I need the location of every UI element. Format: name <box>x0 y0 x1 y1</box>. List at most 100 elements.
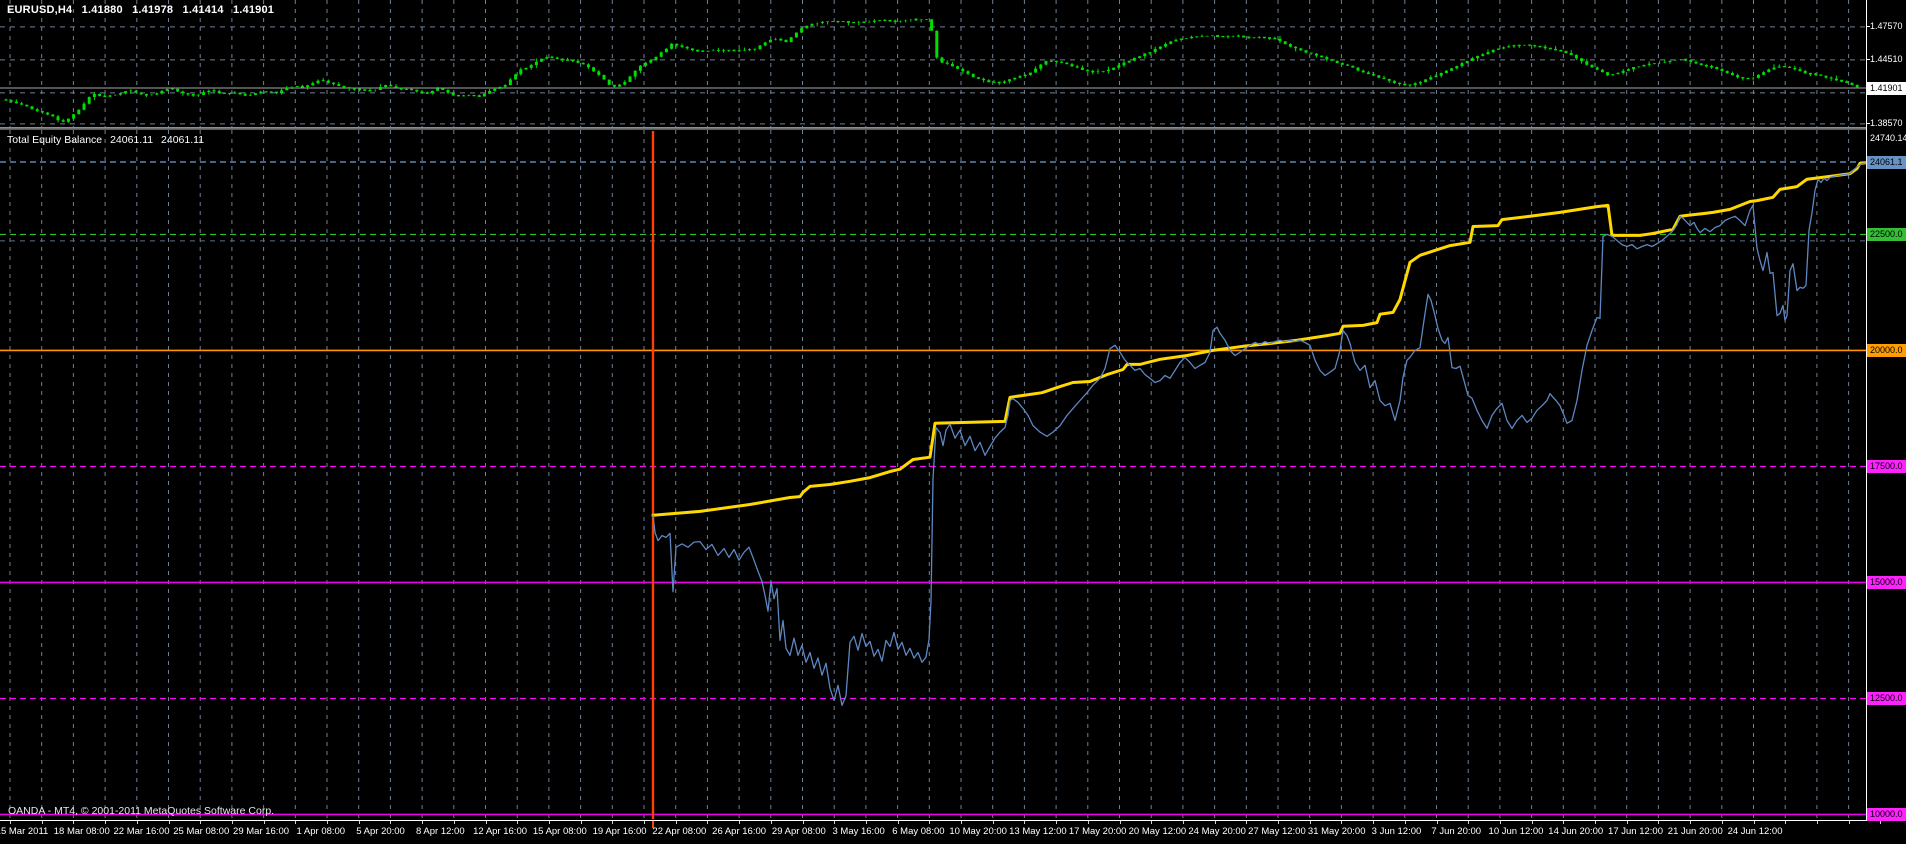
time-axis-label[interactable]: 31 May 20:00 <box>1308 826 1366 837</box>
price-axis[interactable]: 1.475701.445101.414501.385701.4190124740… <box>1866 0 1906 821</box>
time-axis-label[interactable]: 29 Apr 08:00 <box>772 826 826 837</box>
equity-balance-chart[interactable] <box>0 130 1866 820</box>
price-chart-panel[interactable] <box>0 0 1866 127</box>
time-axis-label[interactable]: 6 May 08:00 <box>892 826 944 837</box>
time-axis-tick <box>327 821 328 824</box>
time-axis-tick <box>929 821 931 824</box>
time-axis-tick <box>1816 821 1818 824</box>
time-axis-label[interactable]: 24 May 20:00 <box>1188 826 1246 837</box>
time-axis-tick <box>1531 821 1533 824</box>
time-axis-tick <box>1404 821 1406 824</box>
ohlc-open: 1.41880 <box>81 4 123 16</box>
time-axis-tick <box>1341 821 1343 824</box>
time-axis-tick <box>358 821 360 824</box>
time-axis-tick <box>1468 821 1470 824</box>
time-axis-label[interactable]: 15 Apr 08:00 <box>533 826 587 837</box>
time-axis-tick <box>1753 821 1755 824</box>
time-axis[interactable]: 15 Mar 2011 18 Mar 08:00 22 Mar 16:00 25 Ma… <box>0 820 1906 844</box>
time-axis-tick <box>1880 821 1882 824</box>
time-axis-label[interactable]: 3 May 16:00 <box>832 826 884 837</box>
time-axis-tick <box>1436 821 1438 824</box>
time-axis-tick <box>1626 821 1628 824</box>
time-axis-label[interactable]: 22 Mar 16:00 <box>114 826 170 837</box>
time-axis-label[interactable]: 1 Apr 08:00 <box>296 826 345 837</box>
ohlc-close: 1.41901 <box>232 4 275 16</box>
indicator-balance-value: 24061.11 <box>161 134 205 146</box>
time-axis-tick <box>422 821 424 824</box>
time-axis-tick <box>992 821 994 824</box>
time-axis-label[interactable]: 13 May 12:00 <box>1009 826 1067 837</box>
time-axis-label[interactable]: 21 Jun 20:00 <box>1668 826 1723 837</box>
time-axis-tick <box>295 821 297 824</box>
time-axis-tick <box>1785 821 1787 824</box>
time-axis-tick <box>961 821 962 824</box>
level-label-10000.0: 10000.0 <box>1867 807 1906 821</box>
time-axis-tick <box>1119 821 1121 824</box>
time-axis-tick <box>263 821 265 824</box>
mt4-terminal: EURUSD,H4 1.41880 1.41978 1.41414 1.4190… <box>0 0 1906 844</box>
time-axis-label[interactable]: 12 Apr 16:00 <box>473 826 527 837</box>
time-axis-tick <box>1182 821 1184 824</box>
time-axis-label[interactable]: 10 May 20:00 <box>949 826 1007 837</box>
time-axis-tick <box>453 821 455 824</box>
level-label-12500.0: 12500.0 <box>1867 691 1906 705</box>
level-label-24061.1: 24061.1 <box>1867 155 1906 169</box>
candlestick-chart[interactable] <box>0 0 1866 127</box>
time-axis-tick <box>1246 821 1248 824</box>
time-axis-tick <box>1690 821 1692 824</box>
current-price-label: 1.41901 <box>1867 81 1906 95</box>
time-axis-tick <box>897 821 899 824</box>
time-axis-tick <box>10 821 11 824</box>
indicator-scale-top-label: 24740.14 <box>1870 133 1906 143</box>
broker-watermark: OANDA - MT4, © 2001-2011 MetaQuotes Soft… <box>8 805 275 817</box>
price-axis-label: 1.38570 <box>1870 118 1903 129</box>
time-axis-label[interactable]: 17 May 20:00 <box>1069 826 1127 837</box>
time-axis-tick <box>675 821 677 824</box>
time-axis-label[interactable]: 25 Mar 08:00 <box>173 826 229 837</box>
time-axis-label[interactable]: 7 Jun 20:00 <box>1431 826 1481 837</box>
time-axis-label[interactable]: 15 Mar 2011 <box>0 826 48 837</box>
time-axis-tick <box>136 821 138 824</box>
price-axis-label: 1.47570 <box>1870 21 1903 32</box>
time-axis-label[interactable]: 20 May 12:00 <box>1129 826 1187 837</box>
time-axis-tick <box>1278 821 1279 824</box>
time-axis-tick <box>1848 821 1850 824</box>
time-axis-label[interactable]: 10 Jun 12:00 <box>1489 826 1544 837</box>
time-axis-tick <box>834 821 836 824</box>
time-axis-label[interactable]: 3 Jun 12:00 <box>1372 826 1422 837</box>
time-axis-tick <box>770 821 772 824</box>
level-label-17500.0: 17500.0 <box>1867 459 1906 473</box>
time-axis-label[interactable]: 22 Apr 08:00 <box>652 826 706 837</box>
time-axis-tick <box>865 821 867 824</box>
chart-title: EURUSD,H4 1.41880 1.41978 1.41414 1.4190… <box>7 4 280 16</box>
time-axis-tick <box>41 821 43 824</box>
level-label-22500.0: 22500.0 <box>1867 227 1906 241</box>
time-axis-tick <box>802 821 804 824</box>
time-axis-tick <box>1658 821 1660 824</box>
time-axis-label[interactable]: 5 Apr 20:00 <box>356 826 405 837</box>
symbol-label: EURUSD,H4 <box>7 4 73 16</box>
level-label-15000.0: 15000.0 <box>1867 575 1906 589</box>
time-axis-label[interactable]: 29 Mar 16:00 <box>233 826 289 837</box>
time-axis-tick <box>1024 821 1026 824</box>
time-axis-label[interactable]: 17 Jun 12:00 <box>1608 826 1663 837</box>
time-axis-tick <box>644 821 645 824</box>
time-axis-label[interactable]: 18 Mar 08:00 <box>54 826 110 837</box>
time-axis-tick <box>548 821 550 824</box>
time-axis-tick <box>739 821 741 824</box>
time-axis-label[interactable]: 24 Jun 12:00 <box>1728 826 1783 837</box>
time-axis-label[interactable]: 26 Apr 16:00 <box>712 826 766 837</box>
time-axis-tick <box>1087 821 1089 824</box>
time-axis-label[interactable]: 8 Apr 12:00 <box>416 826 465 837</box>
time-axis-label[interactable]: 27 May 12:00 <box>1248 826 1306 837</box>
time-axis-label[interactable]: 14 Jun 20:00 <box>1548 826 1603 837</box>
time-axis-tick <box>612 821 614 824</box>
time-axis-tick <box>1309 821 1311 824</box>
time-axis-tick <box>105 821 107 824</box>
equity-indicator-panel[interactable] <box>0 130 1866 820</box>
time-axis-tick <box>580 821 582 824</box>
time-axis-tick <box>1373 821 1375 824</box>
ohlc-low: 1.41414 <box>182 4 224 16</box>
time-axis-label[interactable]: 19 Apr 16:00 <box>593 826 647 837</box>
indicator-equity-value: 24061.11 <box>110 134 154 146</box>
